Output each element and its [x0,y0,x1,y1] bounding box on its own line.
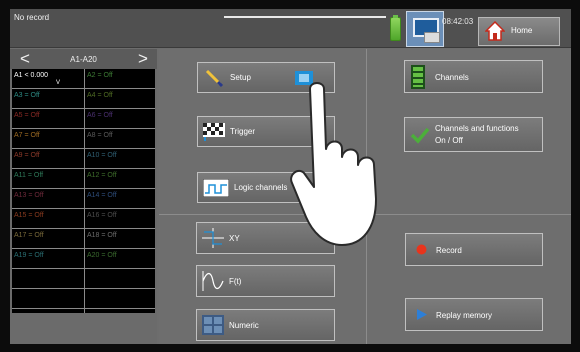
channel-row[interactable]: A1 < 0.000 V A2 = Off [12,69,155,89]
channel-a1[interactable]: A1 < 0.000 [14,72,48,79]
pointing-hand-icon [290,82,377,246]
channel-a2[interactable]: A2 = Off [87,72,113,79]
channel-row[interactable]: A19 = Off A20 = Off [12,249,155,269]
xy-label: XY [229,234,240,243]
channel-a4[interactable]: A4 = Off [87,92,113,99]
channel-a5[interactable]: A5 = Off [14,112,40,119]
channel-row[interactable]: A9 = Off A10 = Off [12,149,155,169]
channel-a18[interactable]: A18 = Off [87,232,117,239]
record-button[interactable]: Record [405,233,543,266]
top-status-bar: No record 08:42:03 Home [10,9,571,48]
channel-a14[interactable]: A14 = Off [87,192,117,199]
battery-icon [390,15,401,41]
channel-row[interactable]: A11 = Off A12 = Off [12,169,155,189]
channel-a16[interactable]: A16 = Off [87,212,117,219]
numeric-label: Numeric [229,321,259,330]
numeric-display-icon [202,315,224,335]
channel-row[interactable]: A13 = Off A14 = Off [12,189,155,209]
channel-a15[interactable]: A15 = Off [14,212,44,219]
logic-signal-icon [203,179,229,197]
setup-label: Setup [230,73,251,82]
channel-row[interactable]: A17 = Off A18 = Off [12,229,155,249]
channel-a17[interactable]: A17 = Off [14,232,44,239]
channel-a13[interactable]: A13 = Off [14,192,44,199]
home-label: Home [511,26,533,35]
sine-wave-icon [202,271,224,291]
checkmark-icon [410,127,430,144]
channels-functions-toggle-button[interactable]: Channels and functions On / Off [404,117,543,152]
channel-a1-unit: V [56,80,61,86]
checkered-flag-icon [203,123,225,141]
wrench-screwdriver-icon [205,69,224,88]
channel-table: A1 < 0.000 V A2 = Off A3 = Off A4 = Off … [12,69,155,313]
replay-memory-button[interactable]: Replay memory [405,298,543,331]
home-button[interactable]: Home [478,17,560,46]
channel-row[interactable]: A5 = Off A6 = Off [12,109,155,129]
ft-label: F(t) [229,277,242,286]
status-strip [224,16,386,18]
channel-a8[interactable]: A8 = Off [87,132,113,139]
xy-graph-icon [202,228,224,248]
channel-a10[interactable]: A10 = Off [87,152,117,159]
channel-a19[interactable]: A19 = Off [14,252,44,259]
channel-a12[interactable]: A12 = Off [87,172,117,179]
ft-button[interactable]: F(t) [196,265,335,297]
channel-row[interactable]: A7 = Off A8 = Off [12,129,155,149]
channel-panel: < A1-A20 > A1 < 0.000 V A2 = Off A3 = Of… [10,49,157,344]
channel-row [12,289,155,309]
trigger-label: Trigger [230,127,256,136]
screen: No record 08:42:03 Home < A1-A20 > A1 < … [10,9,571,344]
logic-channels-label: Logic channels [234,183,288,192]
replay-memory-label: Replay memory [436,311,493,320]
channel-a7[interactable]: A7 = Off [14,132,40,139]
channels-functions-label-line1: Channels and functions [435,124,519,133]
channel-a9[interactable]: A9 = Off [14,152,40,159]
channel-row[interactable]: A15 = Off A16 = Off [12,209,155,229]
record-status: No record [14,13,50,22]
next-channels-button[interactable]: > [138,50,148,67]
numeric-button[interactable]: Numeric [196,309,335,341]
channel-nav: < A1-A20 > [10,49,157,69]
storage-device-icon[interactable] [406,11,444,47]
record-label: Record [436,246,462,255]
home-icon [485,21,505,41]
clock: 08:42:03 [442,17,474,26]
channel-a20[interactable]: A20 = Off [87,252,117,259]
record-dot-icon [416,244,427,255]
channels-label: Channels [435,73,469,82]
channel-row [12,269,155,289]
channel-row[interactable]: A3 = Off A4 = Off [12,89,155,109]
channel-range-title: A1-A20 [70,55,97,64]
channel-a11[interactable]: A11 = Off [14,172,43,179]
channels-functions-label-line2: On / Off [435,136,463,145]
play-icon [417,309,427,320]
channels-list-icon [411,65,425,89]
channel-a6[interactable]: A6 = Off [87,112,113,119]
channels-button[interactable]: Channels [404,60,543,93]
channel-a3[interactable]: A3 = Off [14,92,40,99]
